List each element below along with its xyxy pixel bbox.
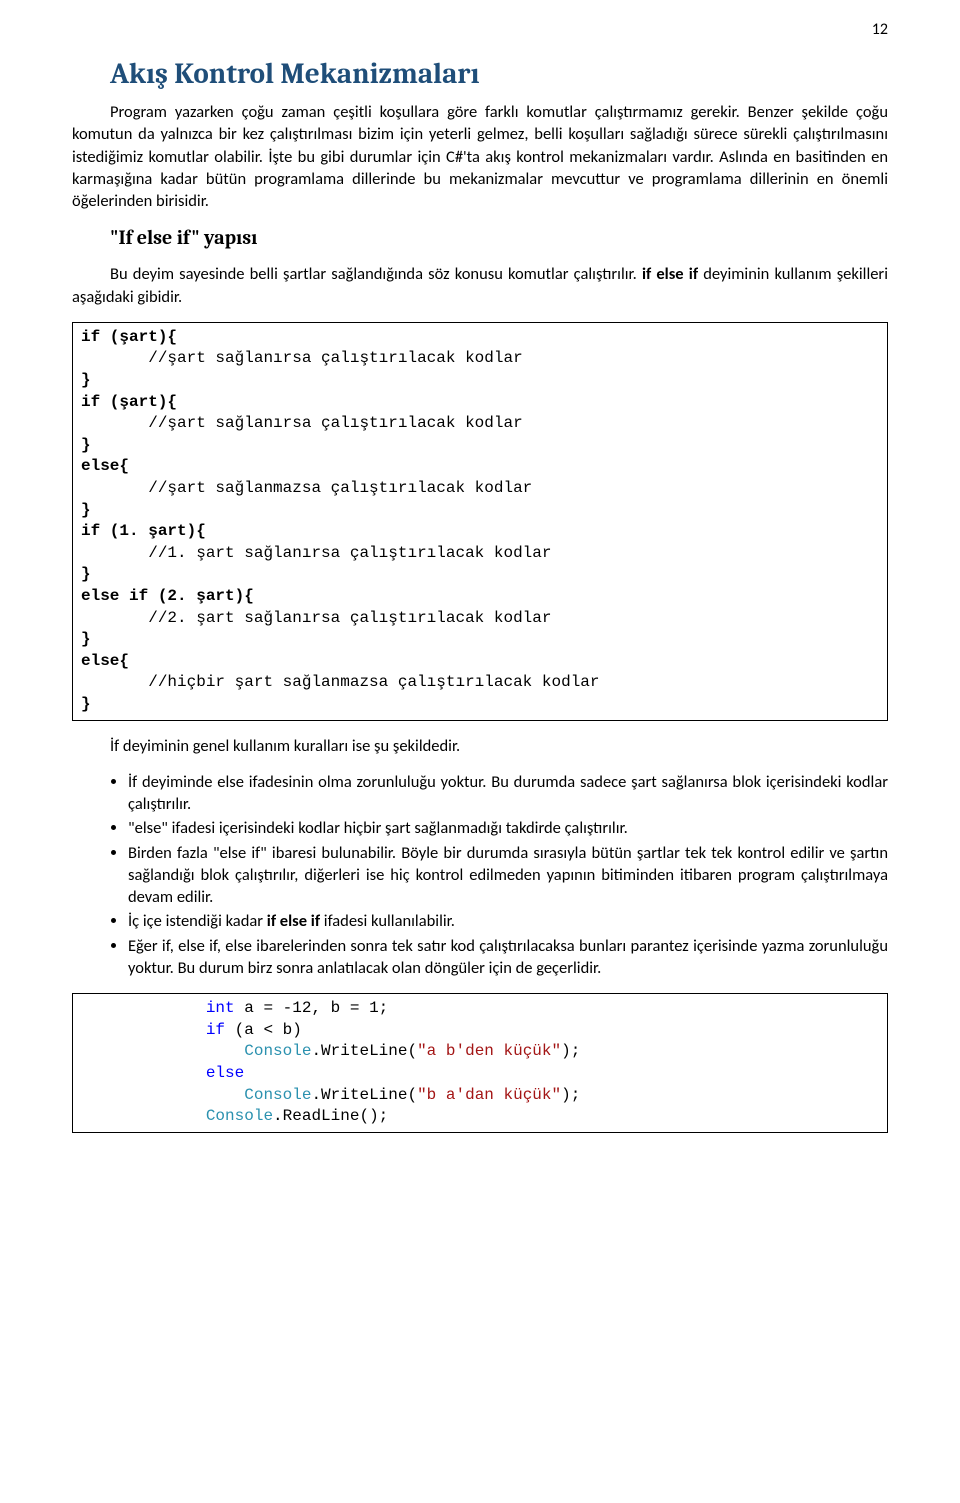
- subpara-bold: if else if: [642, 264, 698, 284]
- list-item-text-c: ifadesi kullanılabilir.: [320, 911, 455, 931]
- code-bold: }: [81, 436, 91, 454]
- code-class: Console: [206, 1107, 273, 1125]
- code-bold: }: [81, 630, 91, 648]
- code-indent: [81, 1042, 244, 1060]
- code-keyword: int: [206, 999, 235, 1017]
- code-line: Console.ReadLine();: [81, 1107, 388, 1125]
- intro-paragraph: Program yazarken çoğu zaman çeşitli koşu…: [72, 101, 888, 212]
- code-indent: [81, 1086, 244, 1104]
- code-line: else{: [81, 457, 129, 475]
- page: 12 Akış Kontrol Mekanizmaları Program ya…: [0, 0, 960, 1503]
- page-number: 12: [872, 20, 888, 39]
- rules-heading: İf deyiminin genel kullanım kuralları is…: [72, 735, 888, 757]
- code-text: .WriteLine(: [311, 1042, 417, 1060]
- code-line: if (1. şart){: [81, 522, 206, 540]
- code-line: //1. şart sağlanırsa çalıştırılacak kodl…: [81, 544, 551, 562]
- list-item: Birden fazla "else if" ibaresi bulunabil…: [128, 842, 888, 909]
- code-indent: [81, 1107, 206, 1125]
- rules-list: İf deyiminde else ifadesinin olma zorunl…: [72, 771, 888, 979]
- page-title: Akış Kontrol Mekanizmaları: [110, 58, 888, 91]
- code-line: int a = -12, b = 1;: [81, 999, 388, 1017]
- code-text: (a < b): [225, 1021, 302, 1039]
- code-line: if (a < b): [81, 1021, 302, 1039]
- code-line: //hiçbir şart sağlanmazsa çalıştırılacak…: [81, 673, 600, 691]
- code-line: }: [81, 565, 91, 583]
- code-bold: if (şart){: [81, 328, 177, 346]
- code-string: "b a'dan küçük": [417, 1086, 561, 1104]
- code-bold: else{: [81, 652, 129, 670]
- code-bold: }: [81, 371, 91, 389]
- code-string: "a b'den küçük": [417, 1042, 561, 1060]
- code-text: );: [561, 1042, 580, 1060]
- code-class: Console: [244, 1042, 311, 1060]
- code-class: Console: [244, 1086, 311, 1104]
- list-item-text-a: İç içe istendiği kadar: [128, 911, 267, 931]
- code-line: else{: [81, 652, 129, 670]
- code-bold: else if (2. şart){: [81, 587, 254, 605]
- code-line: Console.WriteLine("a b'den küçük");: [81, 1042, 580, 1060]
- code-keyword: if: [206, 1021, 225, 1039]
- section-subtitle: "If else if" yapısı: [110, 226, 888, 249]
- code-line: }: [81, 371, 91, 389]
- list-item: İç içe istendiği kadar if else if ifades…: [128, 910, 888, 932]
- code-bold: }: [81, 501, 91, 519]
- code-line: }: [81, 630, 91, 648]
- code-indent: [81, 999, 206, 1017]
- code-bold: if (1. şart){: [81, 522, 206, 540]
- code-bold: else{: [81, 457, 129, 475]
- code-line: //şart sağlanırsa çalıştırılacak kodlar: [81, 414, 523, 432]
- code-line: }: [81, 501, 91, 519]
- code-line: if (şart){: [81, 393, 177, 411]
- code-line: //şart sağlanmazsa çalıştırılacak kodlar: [81, 479, 532, 497]
- code-line: }: [81, 695, 91, 713]
- code-text: );: [561, 1086, 580, 1104]
- code-line: else: [81, 1064, 244, 1082]
- code-line: //2. şart sağlanırsa çalıştırılacak kodl…: [81, 609, 551, 627]
- code-indent: [81, 1064, 206, 1082]
- code-keyword: else: [206, 1064, 244, 1082]
- code-line: else if (2. şart){: [81, 587, 254, 605]
- code-bold: if (şart){: [81, 393, 177, 411]
- code-block-2: int a = -12, b = 1; if (a < b) Console.W…: [72, 993, 888, 1133]
- code-text: .WriteLine(: [311, 1086, 417, 1104]
- code-text: a = -12, b = 1;: [235, 999, 389, 1017]
- subpara-text-a: Bu deyim sayesinde belli şartlar sağland…: [110, 264, 642, 284]
- code-line: //şart sağlanırsa çalıştırılacak kodlar: [81, 349, 523, 367]
- code-bold: }: [81, 565, 91, 583]
- code-block-1: if (şart){ //şart sağlanırsa çalıştırıla…: [72, 322, 888, 721]
- code-line: }: [81, 436, 91, 454]
- code-line: Console.WriteLine("b a'dan küçük");: [81, 1086, 580, 1104]
- subtitle-paragraph: Bu deyim sayesinde belli şartlar sağland…: [72, 263, 888, 308]
- list-item: Eğer if, else if, else ibarelerinden son…: [128, 935, 888, 980]
- code-indent: [81, 1021, 206, 1039]
- list-item: "else" ifadesi içerisindeki kodlar hiçbi…: [128, 817, 888, 839]
- code-bold: }: [81, 695, 91, 713]
- list-item: İf deyiminde else ifadesinin olma zorunl…: [128, 771, 888, 816]
- code-line: if (şart){: [81, 328, 177, 346]
- list-item-bold: if else if: [267, 911, 320, 931]
- code-text: .ReadLine();: [273, 1107, 388, 1125]
